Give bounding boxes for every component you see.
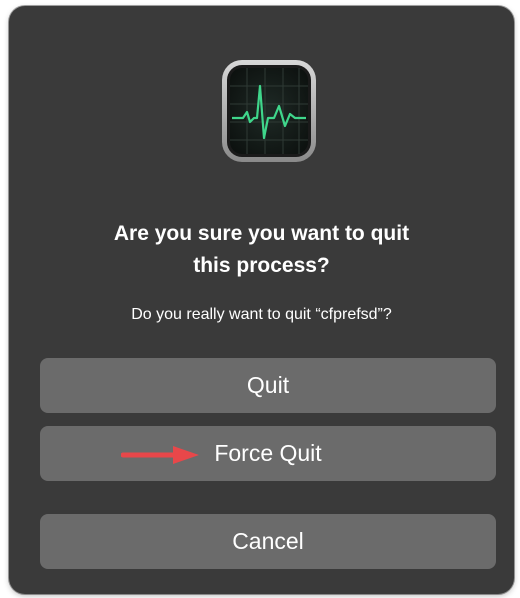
dialog-title-line-1: Are you sure you want to quit xyxy=(113,222,410,245)
quit-button[interactable]: Quit xyxy=(40,358,496,413)
activity-monitor-icon xyxy=(222,60,316,162)
quit-process-dialog: Are you sure you want to quit this proce… xyxy=(9,6,514,594)
cancel-button-label: Cancel xyxy=(232,528,304,554)
dialog-title: Are you sure you want to quit this proce… xyxy=(9,218,514,282)
force-quit-button[interactable]: Force Quit xyxy=(40,426,496,481)
dialog-message: Do you really want to quit “cfprefsd”? xyxy=(131,306,392,323)
quit-button-label: Quit xyxy=(246,372,290,398)
dialog-title-line-2: this process? xyxy=(193,254,330,277)
force-quit-button-label: Force Quit xyxy=(214,440,322,466)
red-arrow-icon xyxy=(121,446,199,464)
cancel-button[interactable]: Cancel xyxy=(40,514,496,569)
